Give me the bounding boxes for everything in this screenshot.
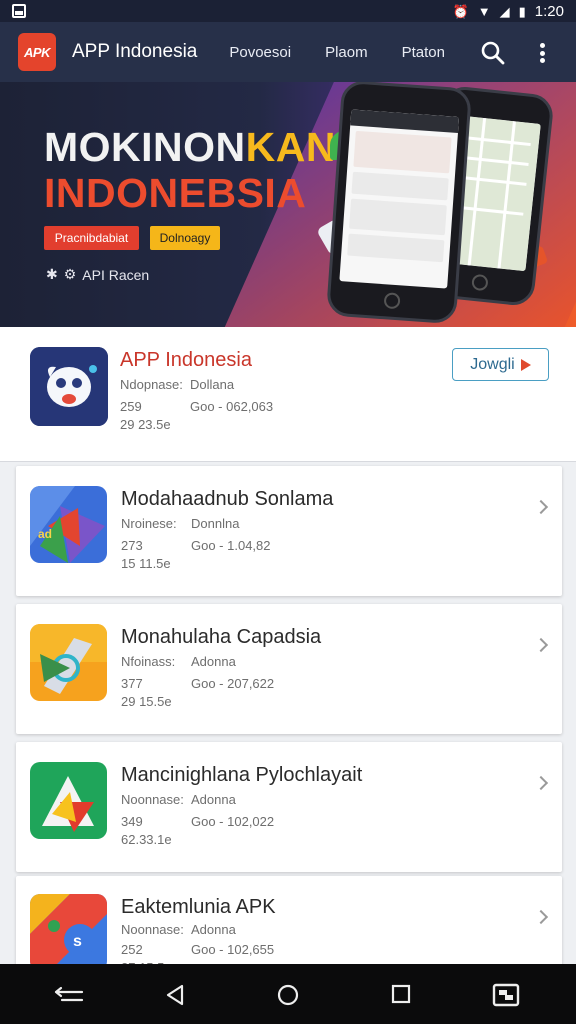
app-size: Goo - 102,022 (191, 814, 275, 829)
battery-icon: ▮ (518, 3, 526, 19)
app-icon (30, 762, 107, 839)
app-name[interactable]: Mancinighlana Pylochlayait (121, 764, 362, 787)
app-stat: 273 (121, 538, 143, 553)
list-item[interactable]: Mancinighlana Pylochlayait Noonnase: Ado… (16, 742, 562, 872)
app-meta-label: Noonnase: (121, 922, 184, 937)
chevron-right-icon[interactable] (533, 637, 549, 653)
app-logo[interactable]: APK (18, 33, 56, 71)
alarm-icon: ⏰ (452, 3, 469, 19)
app-meta-value: Adonna (191, 792, 236, 807)
back-icon[interactable] (164, 984, 186, 1011)
featured-app-name[interactable]: APP Indonesia (120, 349, 252, 372)
system-nav-bar (0, 964, 576, 1024)
app-date: 62.33.1e (121, 832, 172, 847)
app-meta-label: Nroinese: (121, 516, 177, 531)
status-bar: ⏰ ▼ ◢ ▮ 1:20 (0, 0, 576, 22)
app-meta-label: Nfoinass: (121, 654, 176, 669)
chevron-right-icon[interactable] (533, 909, 549, 925)
app-meta-label: Noonnase: (121, 792, 184, 807)
svg-text:s: s (73, 933, 82, 950)
app-meta-value: Adonna (191, 654, 236, 669)
download-label: Jowgli (470, 355, 515, 373)
nav-link-2[interactable]: Plaom (325, 44, 368, 61)
list-item[interactable]: ad Modahaadnub Sonlama Nroinese: Donnlna… (16, 466, 562, 596)
app-meta-value: Donnlna (191, 516, 240, 531)
app-bar: APK APP Indonesia Povoesoi Plaom Ptaton (0, 22, 576, 82)
signal-icon: ◢ (499, 3, 510, 19)
app-name[interactable]: Eaktemlunia APK (121, 896, 276, 919)
nav-link-1[interactable]: Povoesoi (229, 44, 291, 61)
app-stat: 377 (121, 676, 143, 691)
chevron-right-icon[interactable] (533, 499, 549, 515)
home-icon[interactable] (277, 984, 299, 1011)
svg-text:ad: ad (38, 527, 52, 541)
app-icon: s (30, 894, 107, 971)
app-name[interactable]: Monahulaha Capadsia (121, 626, 321, 649)
banner-primary-button[interactable]: Pracnibdabiat (44, 226, 139, 250)
banner-tagline: ✱ ⚙ API Racen (46, 266, 149, 283)
wifi-icon: ▼ (477, 3, 491, 19)
overview-icon[interactable] (391, 984, 411, 1009)
banner-secondary-button[interactable]: Dolnoagy (150, 226, 220, 250)
app-icon (30, 624, 107, 701)
gallery-icon (12, 4, 26, 18)
app-icon: ad (30, 486, 107, 563)
search-icon[interactable] (480, 40, 506, 66)
screenshot-icon[interactable] (492, 982, 520, 1013)
app-stat: 252 (121, 942, 143, 957)
banner-tagline-text: API Racen (82, 266, 150, 283)
phone-mockup-app (325, 82, 473, 325)
app-stat: 349 (121, 814, 143, 829)
app-date: 15 11.5e (121, 556, 171, 571)
app-size: Goo - 207,622 (191, 676, 275, 691)
featured-size: Goo - 062,063 (190, 399, 274, 414)
status-time: 1:20 (534, 2, 564, 20)
promo-banner[interactable]: MOKINONKAN INDONEBSIA Pracnibdabiat Doln… (0, 82, 576, 327)
chevron-right-icon[interactable] (533, 775, 549, 791)
featured-meta-label: Ndopnase: (120, 377, 183, 392)
app-title: APP Indonesia (72, 41, 198, 62)
banner-title-line1: MOKINONKAN (44, 124, 336, 170)
app-meta-value: Adonna (191, 922, 236, 937)
list-item[interactable]: Monahulaha Capadsia Nfoinass: Adonna 377… (16, 604, 562, 734)
featured-app-icon[interactable] (30, 347, 108, 426)
app-name[interactable]: Modahaadnub Sonlama (121, 488, 333, 511)
nav-link-3[interactable]: Ptaton (402, 44, 445, 61)
puzzle-icon: ✱ (46, 266, 58, 282)
app-date: 29 15.5e (121, 694, 172, 709)
featured-app[interactable]: APP Indonesia Ndopnase: Dollana 259 Goo … (0, 327, 576, 462)
featured-meta-value: Dollana (190, 377, 235, 392)
app-size: Goo - 102,655 (191, 942, 275, 957)
app-size: Goo - 1.04,82 (191, 538, 271, 553)
play-icon (520, 358, 531, 371)
status-icons: ⏰ ▼ ◢ ▮ 1:20 (453, 3, 564, 20)
download-button[interactable]: Jowgli (452, 348, 549, 381)
featured-date: 29 23.5e (120, 417, 171, 432)
more-vert-icon[interactable] (535, 40, 549, 66)
badge-icon: ⚙ (63, 266, 77, 282)
banner-title-line2: INDONEBSIA (44, 170, 307, 216)
recents-swipe-icon[interactable] (52, 986, 86, 1009)
featured-stat: 259 (120, 399, 142, 414)
